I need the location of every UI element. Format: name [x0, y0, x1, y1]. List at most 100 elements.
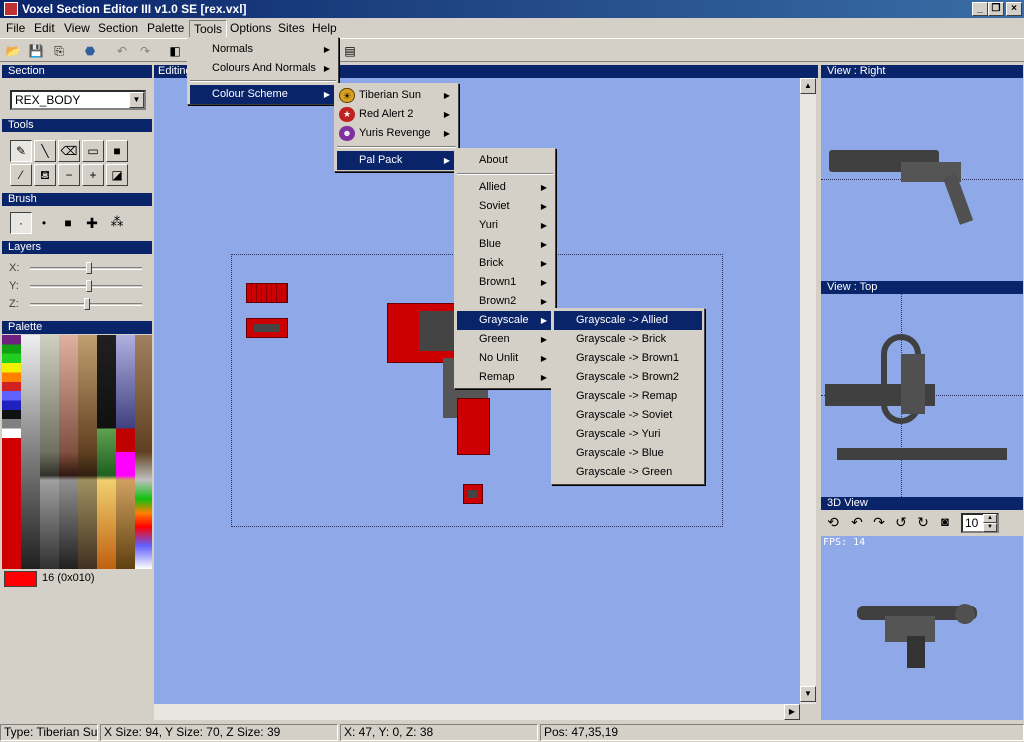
save-icon[interactable]: 💾 [26, 42, 46, 60]
section-icon[interactable]: ◧ [165, 42, 185, 60]
redo-icon[interactable]: ↷ [135, 42, 155, 60]
fill-bucket-icon[interactable]: ⛾ [34, 164, 56, 186]
window-title: Voxel Section Editor III v1.0 SE [rex.vx… [22, 2, 247, 16]
scroll-up-icon[interactable]: ▲ [800, 78, 816, 94]
rotate-left-icon[interactable]: ↶ [847, 513, 867, 531]
menu-edit[interactable]: Edit [30, 20, 59, 36]
menu-item-grayscale-soviet[interactable]: Grayscale -> Soviet [554, 406, 702, 425]
minimize-button[interactable]: _ [972, 2, 988, 16]
view-right-canvas[interactable] [821, 78, 1023, 281]
menu-item-colours-and-normals[interactable]: Colours And Normals ▶ [190, 59, 336, 78]
menu-item-brown2[interactable]: Brown2 ▶ [457, 292, 553, 311]
import-icon[interactable]: ⬣ [80, 42, 100, 60]
brush-3-icon[interactable]: ■ [60, 216, 76, 232]
scroll-right-icon[interactable]: ▶ [784, 704, 800, 720]
line-icon[interactable]: ╲ [34, 140, 56, 162]
eraser-icon[interactable]: ⌫ [58, 140, 80, 162]
menu-item-label: Grayscale -> Brown2 [576, 371, 680, 383]
brush-1-icon[interactable]: · [10, 212, 32, 234]
brush-4-icon[interactable]: ✚ [84, 215, 100, 231]
menu-item-grayscale-brown2[interactable]: Grayscale -> Brown2 [554, 368, 702, 387]
dropper-icon[interactable]: ⁄ [10, 164, 32, 186]
menu-item-pal-pack[interactable]: Pal Pack ▶ [337, 151, 456, 170]
menu-tools[interactable]: Tools [189, 20, 228, 38]
menu-item-brown1[interactable]: Brown1 ▶ [457, 273, 553, 292]
brush-header: Brush [2, 193, 152, 206]
menu-view[interactable]: View [60, 20, 94, 36]
menu-item-remap[interactable]: Remap ▶ [457, 368, 553, 387]
camera-icon[interactable]: ◙ [935, 513, 955, 531]
menu-item-label: Normals [212, 43, 253, 55]
menu-item-red-alert-2[interactable]: ★ Red Alert 2 ▶ [337, 105, 456, 124]
filled-rectangle-icon[interactable]: ■ [106, 140, 128, 162]
menu-item-label: Remap [479, 371, 515, 383]
menu-item-soviet[interactable]: Soviet ▶ [457, 197, 553, 216]
layer-z-label: Z: [9, 298, 19, 310]
vertical-scrollbar[interactable]: ▲ ▼ [800, 78, 816, 704]
scroll-down-icon[interactable]: ▼ [800, 686, 816, 702]
menu-item-label: Allied [479, 181, 506, 193]
undo-icon[interactable]: ↶ [112, 42, 132, 60]
menu-item-brick[interactable]: Brick ▶ [457, 254, 553, 273]
menu-item-normals[interactable]: Normals ▶ [190, 40, 336, 59]
palette-grid[interactable] [2, 335, 152, 569]
menu-item-no-unlit[interactable]: No Unlit ▶ [457, 349, 553, 368]
menu-item-blue[interactable]: Blue ▶ [457, 235, 553, 254]
maximize-button[interactable]: ❐ [988, 2, 1004, 16]
menu-item-colour-scheme[interactable]: Colour Scheme ▶ [190, 85, 336, 104]
chevron-down-icon[interactable]: ▼ [129, 92, 144, 108]
brush-2-icon[interactable]: • [36, 216, 52, 232]
rotate-icon[interactable]: ⟲ [823, 513, 843, 531]
menu-bar: File Edit View Section Palette Tools Opt… [0, 18, 1024, 38]
status-coords: X: 47, Y: 0, Z: 38 [340, 724, 538, 741]
tilt-back-icon[interactable]: ↺ [891, 513, 911, 531]
menu-item-grayscale-allied[interactable]: Grayscale -> Allied [554, 311, 702, 330]
lighten-icon[interactable]: + [82, 164, 104, 186]
spin-up-icon[interactable]: ▲ [983, 514, 997, 523]
menu-item-yuri[interactable]: Yuri ▶ [457, 216, 553, 235]
menu-sites[interactable]: Sites [274, 20, 309, 36]
smooth-icon[interactable]: ◪ [106, 164, 128, 186]
layer-y-thumb[interactable] [86, 280, 92, 292]
open-icon[interactable]: 📂 [3, 42, 23, 60]
menu-item-grayscale-brown1[interactable]: Grayscale -> Brown1 [554, 349, 702, 368]
menu-item-grayscale-blue[interactable]: Grayscale -> Blue [554, 444, 702, 463]
darken-icon[interactable]: − [58, 164, 80, 186]
menu-item-allied[interactable]: Allied ▶ [457, 178, 553, 197]
section-dropdown[interactable]: REX_BODY ▼ [10, 90, 146, 110]
menu-item-about[interactable]: About [457, 151, 553, 170]
layer-x-thumb[interactable] [86, 262, 92, 274]
menu-item-grayscale-yuri[interactable]: Grayscale -> Yuri [554, 425, 702, 444]
menu-item-label: Brown2 [479, 295, 517, 307]
spin-down-icon[interactable]: ▼ [983, 523, 997, 532]
horizontal-scrollbar[interactable]: ▶ [154, 704, 800, 720]
view3d-canvas[interactable]: FPS: 14 [821, 536, 1023, 720]
page-icon[interactable]: ▤ [340, 42, 360, 60]
tilt-forward-icon[interactable]: ↻ [913, 513, 933, 531]
rectangle-icon[interactable]: ▭ [82, 140, 104, 162]
brush-spray-icon[interactable]: ⁂ [108, 214, 126, 230]
view-top-canvas[interactable] [821, 294, 1023, 497]
menu-item-yuris-revenge[interactable]: ☻ Yuris Revenge ▶ [337, 124, 456, 143]
rotate-right-icon[interactable]: ↷ [869, 513, 889, 531]
layer-z-thumb[interactable] [84, 298, 90, 310]
menu-file[interactable]: File [2, 20, 29, 36]
menu-item-grayscale-green[interactable]: Grayscale -> Green [554, 463, 702, 482]
model-top [901, 354, 925, 414]
status-pos: Pos: 47,35,19 [540, 724, 1024, 741]
menu-item-label: Grayscale -> Allied [576, 314, 669, 326]
menu-item-grayscale-brick[interactable]: Grayscale -> Brick [554, 330, 702, 349]
menu-options[interactable]: Options [226, 20, 275, 36]
menu-item-label: Grayscale [479, 314, 529, 326]
menu-item-grayscale[interactable]: Grayscale ▶ [457, 311, 553, 330]
pencil-icon[interactable]: ✎ [10, 140, 32, 162]
menu-item-grayscale-remap[interactable]: Grayscale -> Remap [554, 387, 702, 406]
menu-separator [457, 173, 553, 175]
menu-palette[interactable]: Palette [143, 20, 188, 36]
menu-help[interactable]: Help [308, 20, 341, 36]
menu-item-tiberian-sun[interactable]: ☀ Tiberian Sun ▶ [337, 86, 456, 105]
menu-item-green[interactable]: Green ▶ [457, 330, 553, 349]
close-button[interactable]: × [1006, 2, 1022, 16]
menu-section[interactable]: Section [94, 20, 142, 36]
save-as-icon[interactable]: ⎘ [49, 42, 69, 60]
